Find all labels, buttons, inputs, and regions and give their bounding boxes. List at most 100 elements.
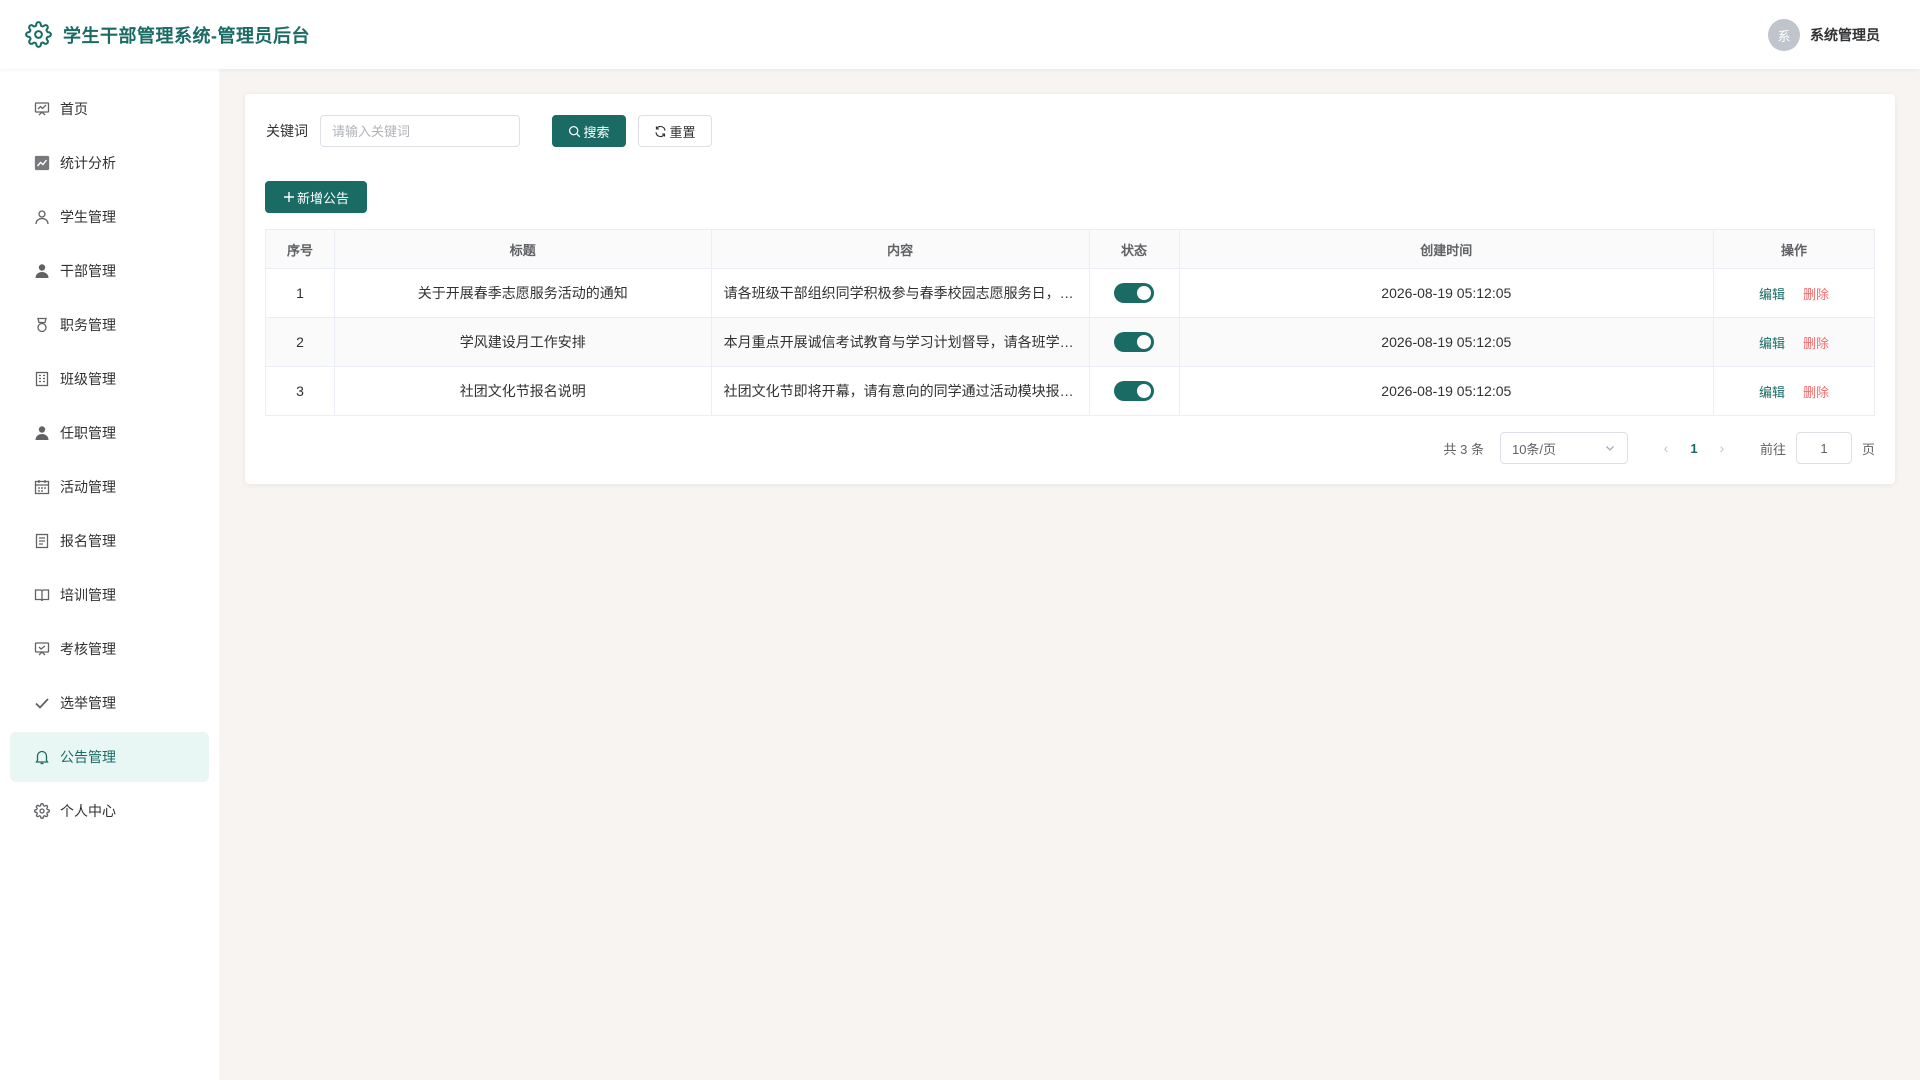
sidebar-item-cadres[interactable]: 干部管理 xyxy=(10,246,209,296)
gear-logo-icon xyxy=(25,21,52,48)
sidebar-item-classes[interactable]: 班级管理 xyxy=(10,354,209,404)
status-toggle[interactable] xyxy=(1114,381,1155,401)
sidebar-item-elections[interactable]: 选举管理 xyxy=(10,678,209,728)
sidebar-item-label: 干部管理 xyxy=(60,263,116,279)
page-size-value: 10条/页 xyxy=(1511,441,1557,457)
sidebar-item-students[interactable]: 学生管理 xyxy=(10,192,209,242)
medal-icon xyxy=(34,317,50,333)
edit-button[interactable]: 编辑 xyxy=(1759,385,1785,400)
sidebar-item-assessment[interactable]: 考核管理 xyxy=(10,624,209,674)
cell-created: 2026-08-19 05:12:05 xyxy=(1178,366,1715,416)
edit-button[interactable]: 编辑 xyxy=(1759,287,1785,302)
column-header: 内容 xyxy=(710,229,1090,269)
avatar[interactable]: 系 xyxy=(1768,19,1800,51)
pagination-total: 共 3 条 xyxy=(1443,441,1484,457)
cell-index: 3 xyxy=(265,366,335,416)
user-menu[interactable]: 系 系统管理员 xyxy=(1768,19,1880,51)
column-header: 序号 xyxy=(265,229,335,269)
sidebar-item-label: 培训管理 xyxy=(60,587,116,603)
cell-status xyxy=(1088,268,1180,318)
keyword-label: 关键词 xyxy=(266,123,308,139)
sidebar: 首页 统计分析 学生管理 干部管理 职务管理 班级管理 任职管理 活动管理 报名… xyxy=(0,69,219,1080)
app-title: 学生干部管理系统-管理员后台 xyxy=(63,26,310,46)
sidebar-item-activities[interactable]: 活动管理 xyxy=(10,462,209,512)
keyword-input[interactable] xyxy=(320,115,520,147)
user-outline-icon xyxy=(34,209,50,225)
sidebar-item-announcements[interactable]: 公告管理 xyxy=(10,732,209,782)
delete-button[interactable]: 删除 xyxy=(1803,385,1829,400)
username[interactable]: 系统管理员 xyxy=(1810,25,1880,45)
sidebar-item-home[interactable]: 首页 xyxy=(10,84,209,134)
sidebar-item-label: 个人中心 xyxy=(60,803,116,819)
search-icon xyxy=(569,125,581,137)
sidebar-item-label: 报名管理 xyxy=(60,533,116,549)
sidebar-item-profile[interactable]: 个人中心 xyxy=(10,786,209,836)
cell-created: 2026-08-19 05:12:05 xyxy=(1178,268,1715,318)
next-page-button[interactable]: › xyxy=(1710,440,1734,456)
cell-created: 2026-08-19 05:12:05 xyxy=(1178,317,1715,367)
sidebar-item-label: 公告管理 xyxy=(60,749,116,765)
book-icon xyxy=(34,587,50,603)
add-button-label: 新增公告 xyxy=(296,190,349,206)
sidebar-item-label: 任职管理 xyxy=(60,425,116,441)
status-toggle[interactable] xyxy=(1114,283,1155,303)
sidebar-item-statistics[interactable]: 统计分析 xyxy=(10,138,209,188)
sidebar-item-positions[interactable]: 职务管理 xyxy=(10,300,209,350)
chevron-down-icon xyxy=(1606,446,1614,451)
check-icon xyxy=(34,695,50,711)
edit-button[interactable]: 编辑 xyxy=(1759,336,1785,351)
column-header: 操作 xyxy=(1713,229,1875,269)
table-row: 1 关于开展春季志愿服务活动的通知 请各班级干部组织同学积极参与春季校园志愿服务… xyxy=(265,268,1875,318)
goto-label: 前往 xyxy=(1759,441,1786,457)
reset-button[interactable]: 重置 xyxy=(638,115,712,147)
cell-actions: 编辑 删除 xyxy=(1713,366,1875,416)
delete-button[interactable]: 删除 xyxy=(1803,287,1829,302)
sidebar-item-label: 学生管理 xyxy=(60,209,116,225)
sidebar-item-label: 统计分析 xyxy=(60,155,116,171)
announcement-table: 序号 标题 内容 状态 创建时间 操作 1 关于开展春季志愿服务活动的通知 请各… xyxy=(265,229,1875,416)
user-filled-icon xyxy=(34,425,50,441)
sidebar-item-label: 首页 xyxy=(60,101,88,117)
sidebar-item-label: 选举管理 xyxy=(60,695,116,711)
dashboard-icon xyxy=(34,101,50,117)
sidebar-item-training[interactable]: 培训管理 xyxy=(10,570,209,620)
pagination: 共 3 条 10条/页 ‹ 1 › 前往 页 xyxy=(1443,432,1875,464)
user-filled-icon xyxy=(34,263,50,279)
calendar-icon xyxy=(34,479,50,495)
page-size-select[interactable]: 10条/页 xyxy=(1499,432,1628,464)
refresh-icon xyxy=(655,125,667,137)
goto-page-input[interactable] xyxy=(1795,432,1852,464)
column-header: 创建时间 xyxy=(1178,229,1715,269)
document-icon xyxy=(34,533,50,549)
column-header: 状态 xyxy=(1088,229,1180,269)
top-header: 学生干部管理系统-管理员后台 系 系统管理员 xyxy=(0,0,1920,69)
plus-icon xyxy=(283,192,294,202)
cell-title: 关于开展春季志愿服务活动的通知 xyxy=(333,268,712,318)
cell-index: 2 xyxy=(265,317,335,367)
sidebar-item-label: 活动管理 xyxy=(60,479,116,495)
table-row: 3 社团文化节报名说明 社团文化节即将开幕，请有意向的同学通过活动模块报… 20… xyxy=(265,366,1875,416)
sidebar-item-registrations[interactable]: 报名管理 xyxy=(10,516,209,566)
chart-icon xyxy=(34,155,50,171)
search-button[interactable]: 搜索 xyxy=(552,115,626,147)
table-row: 2 学风建设月工作安排 本月重点开展诚信考试教育与学习计划督导，请各班学… 20… xyxy=(265,317,1875,367)
delete-button[interactable]: 删除 xyxy=(1803,336,1829,351)
bell-icon xyxy=(34,749,50,765)
page-number[interactable]: 1 xyxy=(1678,441,1710,456)
cell-content: 社团文化节即将开幕，请有意向的同学通过活动模块报… xyxy=(710,366,1090,416)
sidebar-item-label: 考核管理 xyxy=(60,641,116,657)
sidebar-item-label: 班级管理 xyxy=(60,371,116,387)
cell-content: 本月重点开展诚信考试教育与学习计划督导，请各班学… xyxy=(710,317,1090,367)
cell-content: 请各班级干部组织同学积极参与春季校园志愿服务日，… xyxy=(710,268,1090,318)
prev-page-button[interactable]: ‹ xyxy=(1654,440,1678,456)
status-toggle[interactable] xyxy=(1114,332,1155,352)
gear-icon xyxy=(34,803,50,819)
cell-index: 1 xyxy=(265,268,335,318)
page-suffix: 页 xyxy=(1861,441,1875,457)
table-header-row: 序号 标题 内容 状态 创建时间 操作 xyxy=(265,229,1875,269)
building-icon xyxy=(34,371,50,387)
sidebar-item-appointments[interactable]: 任职管理 xyxy=(10,408,209,458)
announcement-panel: 关键词 搜索 重置 新增公告 序号 标题 内容 状态 创建时间 操作 xyxy=(245,94,1895,484)
add-announcement-button[interactable]: 新增公告 xyxy=(265,181,367,213)
search-button-label: 搜索 xyxy=(583,124,610,140)
